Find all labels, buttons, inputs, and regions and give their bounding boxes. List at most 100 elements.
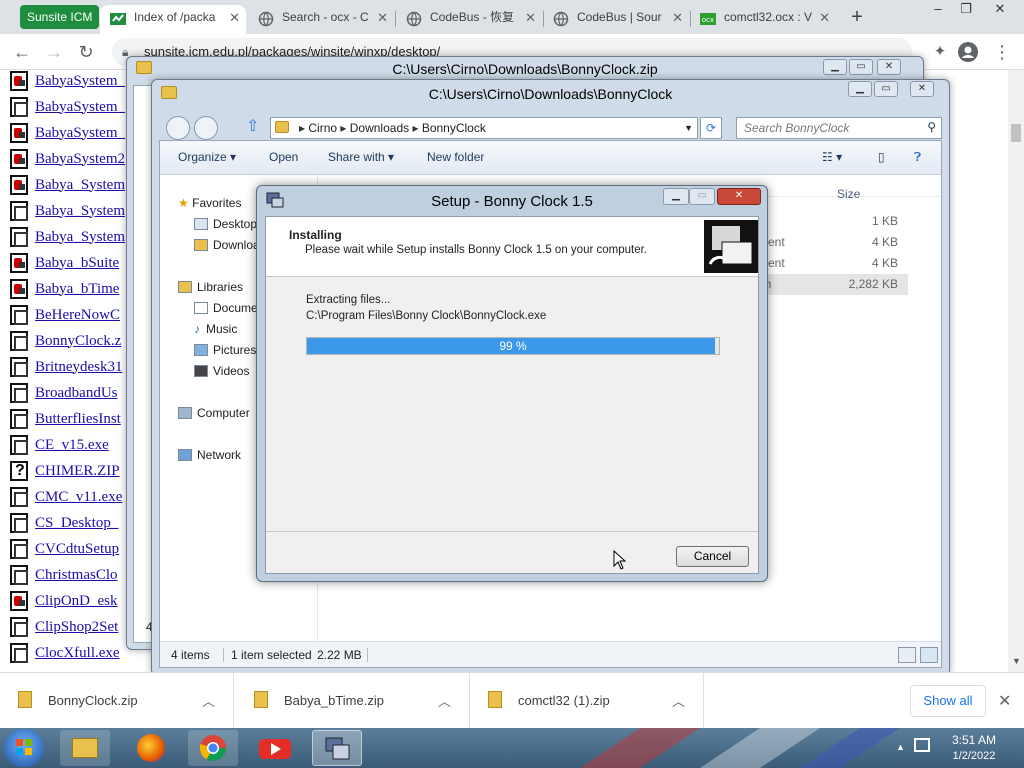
taskbar-firefox[interactable] <box>126 730 176 766</box>
file-row[interactable]: ment 4 KB <box>758 253 908 274</box>
close-shelf-icon[interactable]: ✕ <box>998 691 1011 711</box>
file-link[interactable]: BabyaSystem_ <box>35 125 125 142</box>
download-item[interactable]: Babya_bTime.zip ︿ <box>236 673 470 729</box>
nav-libraries[interactable]: Libraries <box>178 280 243 294</box>
page-scrollbar[interactable]: ▼ <box>1008 70 1024 672</box>
browser-close-button[interactable]: ✕ <box>988 0 1012 20</box>
chevron-up-icon[interactable]: ︿ <box>202 691 215 710</box>
address-breadcrumb[interactable]: ▸ Cirno ▸ Downloads ▸ BonnyClock ▼ <box>270 117 698 139</box>
tab-close-icon[interactable]: ✕ <box>229 5 240 30</box>
new-tab-button[interactable]: + <box>845 6 869 30</box>
file-link[interactable]: Babya_System <box>35 177 125 194</box>
list-item[interactable]: CE_v15.exe <box>10 432 130 458</box>
list-item[interactable]: BonnyClock.z <box>10 328 130 354</box>
taskbar-chrome[interactable] <box>188 730 238 766</box>
file-link[interactable]: ClipShop2Set <box>35 619 118 636</box>
list-item[interactable]: Babya_System <box>10 224 130 250</box>
download-item[interactable]: comctl32 (1).zip ︿ <box>470 673 704 729</box>
list-item[interactable]: BabyaSystem_ <box>10 120 130 146</box>
tab-close-icon[interactable]: ✕ <box>525 5 536 30</box>
file-link[interactable]: Britneydesk31 <box>35 359 123 376</box>
file-link[interactable]: BroadbandUs <box>35 385 118 402</box>
file-link[interactable]: Babya_System <box>35 229 125 246</box>
close-button[interactable]: ✕ <box>910 81 934 97</box>
file-link[interactable]: CS_Desktop_ <box>35 515 118 532</box>
file-link[interactable]: BeHereNowC <box>35 307 120 324</box>
close-button[interactable]: ✕ <box>717 188 761 205</box>
list-item[interactable]: ButterfliesInst <box>10 406 130 432</box>
maximize-button[interactable]: ▭ <box>849 59 873 75</box>
file-row-selected[interactable]: on 2,282 KB <box>758 274 908 295</box>
tab-codebus-2[interactable]: CodeBus | Sour ✕ <box>543 5 689 34</box>
forward-arrow-icon[interactable]: → <box>42 40 66 64</box>
tab-close-icon[interactable]: ✕ <box>672 5 683 30</box>
browser-maximize-button[interactable]: ❐ <box>954 0 978 20</box>
file-row[interactable]: 1 KB <box>758 211 908 232</box>
profile-avatar-icon[interactable] <box>956 40 980 64</box>
minimize-button[interactable]: ▁ <box>848 81 872 97</box>
extensions-icon[interactable]: ✦ <box>928 40 952 64</box>
list-item[interactable]: ClipShop2Set <box>10 614 130 640</box>
view-options-icon[interactable]: ☷ ▾ <box>822 150 842 164</box>
file-link[interactable]: Babya_System <box>35 203 125 220</box>
help-icon[interactable]: ❓︎ <box>914 150 921 165</box>
list-item[interactable]: CS_Desktop_ <box>10 510 130 536</box>
back-button[interactable] <box>166 116 190 140</box>
list-item[interactable]: CVCdtuSetup <box>10 536 130 562</box>
nav-network[interactable]: Network <box>178 448 241 462</box>
file-link[interactable]: BabyaSystem_ <box>35 99 125 116</box>
taskbar-setup[interactable] <box>312 730 362 766</box>
list-item[interactable]: Britneydesk31 <box>10 354 130 380</box>
download-item[interactable]: BonnyClock.zip ︿ <box>0 673 234 729</box>
list-item[interactable]: ChristmasClo <box>10 562 130 588</box>
large-icons-view-icon[interactable] <box>920 647 938 663</box>
file-link[interactable]: ButterfliesInst <box>35 411 121 428</box>
list-item[interactable]: Babya_bSuite <box>10 250 130 276</box>
organize-button[interactable]: Organize ▾ <box>178 150 236 164</box>
preview-pane-icon[interactable]: ▯ <box>878 150 885 164</box>
file-link[interactable]: Babya_bSuite <box>35 255 119 272</box>
tab-index-of-packages[interactable]: Index of /packa ✕ <box>100 5 246 34</box>
nav-favorites[interactable]: ★ Favorites <box>178 196 241 210</box>
file-link[interactable]: BabyaSystem2 <box>35 151 125 168</box>
browser-minimize-button[interactable]: – <box>926 0 950 20</box>
search-icon[interactable]: ⚲ <box>927 120 936 134</box>
scroll-down-icon[interactable]: ▼ <box>1012 656 1021 666</box>
browser-menu-icon[interactable]: ⋮ <box>990 40 1014 64</box>
clock-time[interactable]: 3:51 AM <box>944 733 1004 747</box>
new-folder-button[interactable]: New folder <box>427 150 484 164</box>
file-link[interactable]: CVCdtuSetup <box>35 541 119 558</box>
up-arrow-icon[interactable]: ⇧ <box>246 116 259 136</box>
start-button[interactable] <box>4 729 44 767</box>
file-link[interactable]: CE_v15.exe <box>35 437 109 454</box>
forward-button[interactable] <box>194 116 218 140</box>
nav-documents[interactable]: Documen <box>194 301 264 315</box>
maximize-button[interactable]: ▭ <box>874 81 898 97</box>
cancel-button[interactable]: Cancel <box>676 546 749 567</box>
minimize-button[interactable]: ▁ <box>663 188 689 205</box>
list-item[interactable]: BroadbandUs <box>10 380 130 406</box>
setup-dialog[interactable]: Setup - Bonny Clock 1.5 ▁ ▭ ✕ Installing… <box>256 185 768 582</box>
minimize-button[interactable]: ▁ <box>823 59 847 75</box>
tab-comctl32[interactable]: ocx comctl32.ocx : V ✕ <box>690 5 836 34</box>
size-column-header[interactable]: Size <box>837 187 860 201</box>
tab-close-icon[interactable]: ✕ <box>377 5 388 30</box>
refresh-icon[interactable]: ⟳ <box>700 117 722 139</box>
list-item[interactable]: Babya_bTime <box>10 276 130 302</box>
nav-videos[interactable]: Videos <box>194 364 249 378</box>
file-link[interactable]: BonnyClock.z <box>35 333 121 350</box>
search-box[interactable]: Search BonnyClock ⚲ <box>736 117 942 139</box>
details-view-icon[interactable] <box>898 647 916 663</box>
list-item[interactable]: BabyaSystem2 <box>10 146 130 172</box>
file-row[interactable]: ment 4 KB <box>758 232 908 253</box>
list-item[interactable]: ClocXfull.exe <box>10 640 130 666</box>
nav-pictures[interactable]: Pictures <box>194 343 256 357</box>
show-all-button[interactable]: Show all <box>910 685 986 717</box>
breadcrumb-downloads[interactable]: Downloads <box>350 121 409 135</box>
list-item[interactable]: CMC_v11.exe <box>10 484 130 510</box>
list-item[interactable]: BeHereNowC <box>10 302 130 328</box>
file-link[interactable]: CMC_v11.exe <box>35 489 122 506</box>
file-link[interactable]: Babya_bTime <box>35 281 119 298</box>
nav-desktop[interactable]: Desktop <box>194 217 257 231</box>
profile-chip[interactable]: Sunsite ICM <box>20 5 100 29</box>
